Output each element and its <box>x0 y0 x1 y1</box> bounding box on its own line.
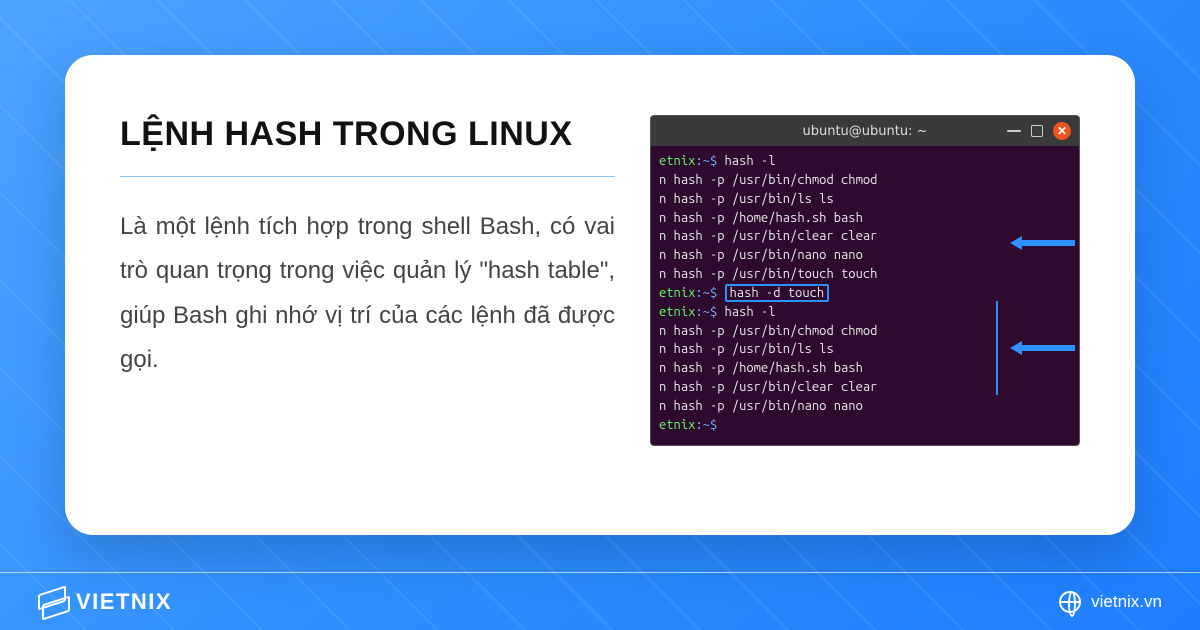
maximize-icon[interactable] <box>1031 125 1043 137</box>
description-text: Là một lệnh tích hợp trong shell Bash, c… <box>120 205 615 383</box>
prompt-line: etnix:~$ hash -d touch <box>659 284 1071 303</box>
highlighted-command: hash -d touch <box>725 284 830 302</box>
site-url: vietnix.vn <box>1091 592 1162 612</box>
terminal-screenshot: ubuntu@ubuntu: ~ ✕ etnix:~$ hash -l n ha… <box>650 115 1080 446</box>
minimize-icon[interactable] <box>1007 130 1021 132</box>
output-line: n hash -p /usr/bin/touch touch <box>659 265 1071 284</box>
content-card: LỆNH HASH TRONG LINUX Là một lệnh tích h… <box>65 55 1135 535</box>
output-line: n hash -p /home/hash.sh bash <box>659 209 1071 228</box>
output-line: n hash -p /usr/bin/ls ls <box>659 190 1071 209</box>
vietnix-logo-icon <box>38 590 66 614</box>
annotation-arrow-icon <box>1010 340 1075 356</box>
annotation-bracket <box>996 301 998 395</box>
prompt-line: etnix:~$ hash -l <box>659 303 1071 322</box>
output-line: n hash -p /usr/bin/chmod chmod <box>659 322 1071 341</box>
output-line: n hash -p /usr/bin/nano nano <box>659 397 1071 416</box>
brand-name: VIETNIX <box>76 589 172 615</box>
footer-bar: VIETNIX vietnix.vn <box>0 572 1200 630</box>
output-line: n hash -p /home/hash.sh bash <box>659 359 1071 378</box>
window-controls: ✕ <box>1007 122 1071 140</box>
terminal-title: ubuntu@ubuntu: ~ <box>802 124 927 139</box>
terminal-titlebar: ubuntu@ubuntu: ~ ✕ <box>651 116 1079 146</box>
page-title: LỆNH HASH TRONG LINUX <box>120 115 615 177</box>
globe-icon <box>1059 591 1081 613</box>
prompt-line: etnix:~$ hash -l <box>659 152 1071 171</box>
prompt-line: etnix:~$ <box>659 416 1071 435</box>
terminal-body: etnix:~$ hash -l n hash -p /usr/bin/chmo… <box>651 146 1079 445</box>
terminal-window: ubuntu@ubuntu: ~ ✕ etnix:~$ hash -l n ha… <box>650 115 1080 446</box>
close-icon[interactable]: ✕ <box>1053 122 1071 140</box>
brand-logo: VIETNIX <box>38 589 172 615</box>
annotation-arrow-icon <box>1010 235 1075 251</box>
site-link[interactable]: vietnix.vn <box>1059 591 1162 613</box>
output-line: n hash -p /usr/bin/clear clear <box>659 378 1071 397</box>
output-line: n hash -p /usr/bin/chmod chmod <box>659 171 1071 190</box>
text-column: LỆNH HASH TRONG LINUX Là một lệnh tích h… <box>120 115 615 383</box>
